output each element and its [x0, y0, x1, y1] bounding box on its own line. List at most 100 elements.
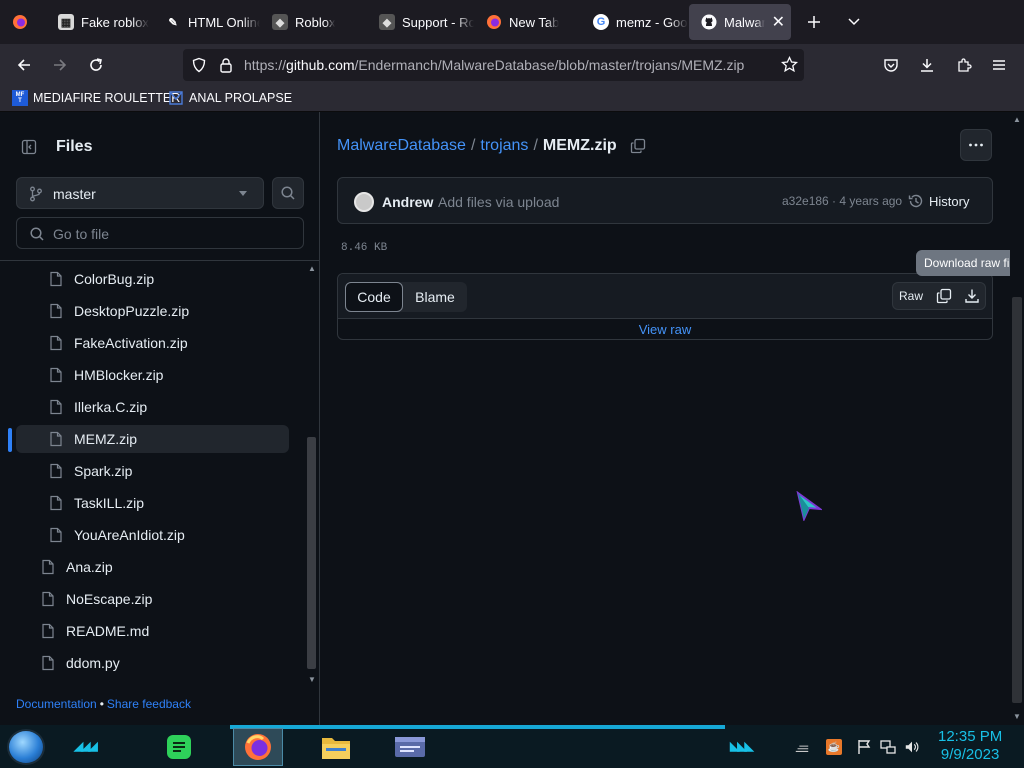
- more-options-button[interactable]: [960, 129, 992, 161]
- commit-message[interactable]: Add files via upload: [438, 194, 559, 210]
- commit-author[interactable]: Andrew: [382, 194, 433, 210]
- page-scrollbar[interactable]: ▲ ▼: [1010, 112, 1024, 725]
- tab-new-tab[interactable]: New Tab: [474, 4, 581, 40]
- history-button[interactable]: History: [908, 193, 969, 209]
- breadcrumb-repo-link[interactable]: MalwareDatabase: [337, 137, 466, 155]
- bookmark-star-icon[interactable]: [780, 55, 799, 78]
- breadcrumb: MalwareDatabase / trojans / MEMZ.zip: [337, 137, 646, 155]
- go-to-file-field[interactable]: [16, 217, 304, 249]
- avatar[interactable]: [354, 192, 374, 212]
- close-tab-icon[interactable]: ✕: [772, 12, 785, 32]
- history-label: History: [929, 193, 970, 209]
- tab-memz-google[interactable]: G memz - Google: [581, 4, 688, 40]
- file-tree-sidebar: Files master ColorBug.zip DesktopPuzzle.…: [0, 112, 320, 725]
- tab-html-online[interactable]: ✎ HTML Online: [153, 4, 260, 40]
- scroll-up-arrow-icon[interactable]: ▲: [1013, 115, 1021, 124]
- file-icon: [48, 303, 64, 319]
- start-button[interactable]: [7, 729, 45, 765]
- commit-meta[interactable]: a32e186 · 4 years ago: [782, 194, 902, 208]
- new-tab-button[interactable]: [800, 8, 828, 36]
- bookmark-mediafire-rouletter[interactable]: MF T MEDIAFIRE ROULETTER: [12, 90, 180, 106]
- taskbar-app-notes[interactable]: [154, 728, 204, 766]
- file-icon: [48, 527, 64, 543]
- taskbar-app-file-explorer[interactable]: [311, 728, 361, 766]
- tab-title: memz - Google: [616, 14, 688, 30]
- breadcrumb-current-file: MEMZ.zip: [542, 137, 617, 154]
- list-all-tabs-button[interactable]: [840, 8, 868, 36]
- file-name: HMBlocker.zip: [74, 367, 164, 383]
- tree-item-fakeactivation[interactable]: FakeActivation.zip: [48, 329, 288, 357]
- tracking-protection-shield-icon[interactable]: [191, 57, 207, 78]
- tab-support-roblox[interactable]: ◆ Support - Roblox: [367, 4, 474, 40]
- tab-roblox[interactable]: ◆ Roblox: [260, 4, 367, 40]
- url-bar[interactable]: https://github.com/Endermanch/MalwareDat…: [183, 49, 804, 81]
- firefox-menu-tab[interactable]: [0, 4, 46, 40]
- page-scrollbar-thumb[interactable]: [1012, 297, 1022, 703]
- scroll-down-arrow-icon[interactable]: ▼: [1013, 712, 1021, 721]
- tree-item-readme[interactable]: README.md: [40, 617, 288, 645]
- tree-item-illerka[interactable]: Illerka.C.zip: [48, 393, 288, 421]
- collapse-sidebar-button[interactable]: [14, 134, 44, 160]
- taskbar-app-window[interactable]: [385, 728, 435, 766]
- java-update-icon[interactable]: ☕: [826, 739, 842, 755]
- pocket-button[interactable]: [876, 50, 906, 80]
- scroll-up-arrow-icon[interactable]: ▲: [308, 264, 316, 273]
- app-menu-button[interactable]: [984, 50, 1014, 80]
- documentation-link[interactable]: Documentation: [16, 697, 97, 711]
- download-raw-button[interactable]: [959, 283, 985, 309]
- back-button[interactable]: [9, 50, 39, 80]
- tree-item-desktoppuzzle[interactable]: DesktopPuzzle.zip: [48, 297, 288, 325]
- tree-item-noescape[interactable]: NoEscape.zip: [40, 585, 288, 613]
- taskbar-app-firefox[interactable]: [233, 728, 283, 766]
- file-size: 8.46 KB: [341, 242, 388, 254]
- tree-item-colorbug[interactable]: ColorBug.zip: [48, 265, 288, 293]
- tab-blame[interactable]: Blame: [405, 282, 465, 312]
- back-arrow-icon: [17, 59, 30, 71]
- history-clock-icon: [908, 194, 923, 208]
- tab-malware-database[interactable]: MalwareDatabase ✕: [689, 4, 791, 40]
- url-text[interactable]: https://github.com/Endermanch/MalwareDat…: [244, 57, 744, 73]
- volume-icon[interactable]: [904, 739, 920, 755]
- show-hidden-icons-icon[interactable]: [794, 739, 810, 755]
- tree-item-hmblocker[interactable]: HMBlocker.zip: [48, 361, 288, 389]
- roblox-logo-icon: ▦: [58, 14, 74, 30]
- go-to-file-input[interactable]: [53, 224, 293, 244]
- search-files-button[interactable]: [272, 177, 304, 209]
- breadcrumb-folder-link[interactable]: trojans: [480, 137, 528, 155]
- breadcrumb-separator: /: [470, 137, 476, 154]
- extensions-button[interactable]: [949, 50, 979, 80]
- tree-item-spark[interactable]: Spark.zip: [48, 457, 288, 485]
- firefox-logo-icon: [12, 14, 28, 30]
- tree-item-ana[interactable]: Ana.zip: [40, 553, 288, 581]
- tree-item-memz[interactable]: MEMZ.zip: [16, 425, 289, 453]
- tab-title: HTML Online: [188, 14, 260, 30]
- network-icon[interactable]: [880, 739, 896, 755]
- view-raw-link[interactable]: View raw: [338, 322, 992, 337]
- clock-time: 12:35 PM: [938, 728, 1003, 745]
- mouse-cursor-icon: [796, 490, 824, 526]
- tab-fake-roblox[interactable]: ▦ Fake roblox: [46, 4, 153, 40]
- sidebar-scrollbar-thumb[interactable]: [307, 437, 316, 669]
- action-center-flag-icon[interactable]: [856, 739, 872, 755]
- tree-item-taskill[interactable]: TaskILL.zip: [48, 489, 288, 517]
- tree-item-youareanidiot[interactable]: YouAreAnIdiot.zip: [48, 521, 288, 549]
- forward-button[interactable]: [45, 50, 75, 80]
- reload-button[interactable]: [81, 50, 111, 80]
- tab-code[interactable]: Code: [345, 282, 403, 312]
- system-clock[interactable]: 12:35 PM 9/9/2023: [938, 728, 1002, 764]
- bookmarks-toolbar: MF T MEDIAFIRE ROULETTER ANAL PROLAPSE: [0, 86, 1024, 112]
- copy-raw-button[interactable]: [931, 283, 957, 309]
- branch-selector[interactable]: master: [16, 177, 264, 209]
- copy-path-icon[interactable]: [630, 138, 646, 154]
- view-mode-toggle: Code Blame: [345, 282, 467, 312]
- scroll-down-arrow-icon[interactable]: ▼: [308, 675, 316, 684]
- file-icon: [40, 559, 56, 575]
- tree-item-ddom[interactable]: ddom.py: [40, 649, 288, 677]
- file-name: ColorBug.zip: [74, 271, 155, 287]
- bookmark-anal-prolapse[interactable]: ANAL PROLAPSE: [168, 90, 292, 106]
- raw-button[interactable]: Raw: [893, 283, 929, 309]
- forward-arrow-icon: [54, 59, 67, 71]
- share-feedback-link[interactable]: Share feedback: [107, 697, 191, 711]
- lock-icon[interactable]: [219, 57, 233, 78]
- downloads-button[interactable]: [912, 50, 942, 80]
